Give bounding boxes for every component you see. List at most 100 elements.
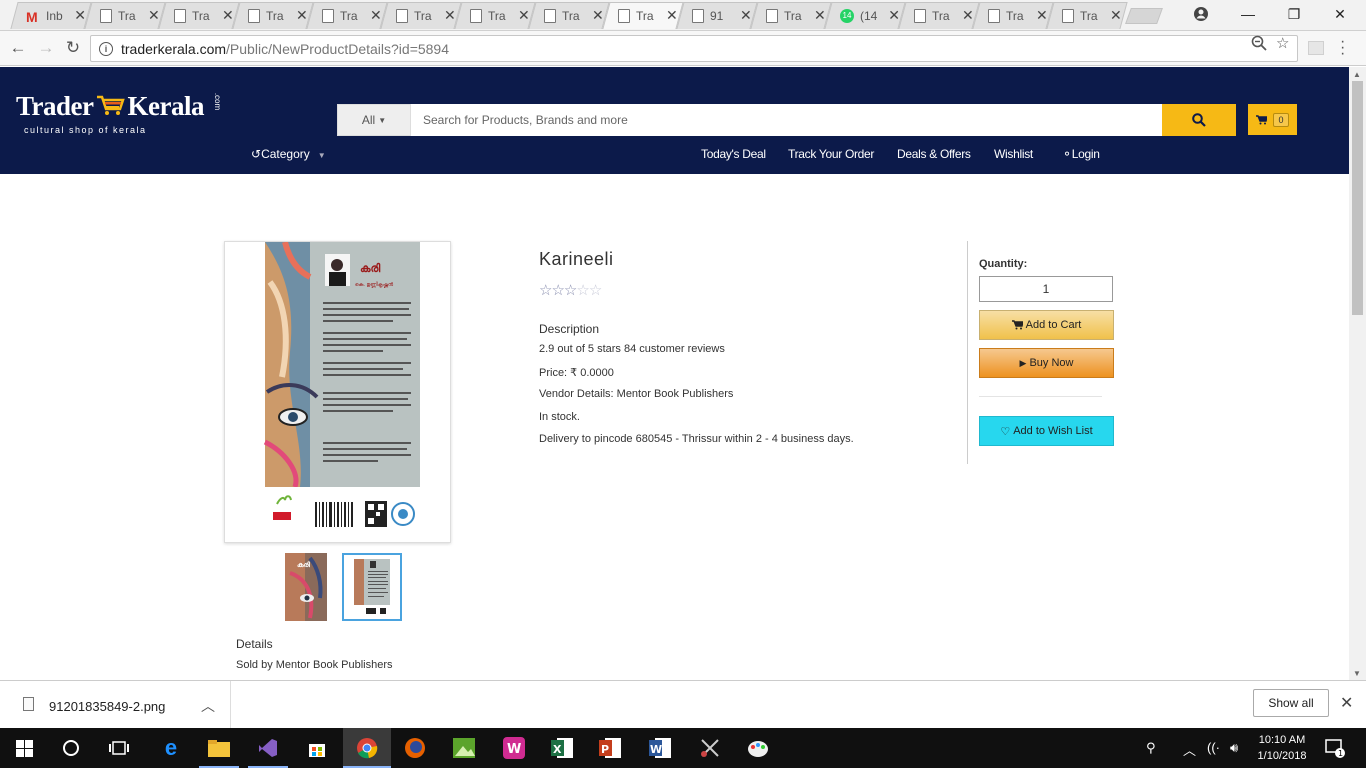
product-thumbnail-front[interactable]: കരി — [285, 553, 327, 621]
browser-tab-content[interactable]: Tra ✕ — [310, 2, 382, 29]
zoom-icon[interactable] — [1251, 35, 1267, 55]
tab-close-icon[interactable]: ✕ — [888, 7, 900, 24]
address-bar[interactable]: i traderkerala.com/Public/NewProductDeta… — [90, 35, 1298, 62]
search-input[interactable] — [411, 104, 1162, 136]
tab-close-icon[interactable]: ✕ — [1036, 7, 1048, 24]
chevron-up-icon[interactable]: ︿ — [1183, 740, 1196, 759]
profile-icon[interactable] — [1178, 0, 1224, 28]
browser-menu-icon[interactable]: · · · — [1340, 34, 1345, 62]
browser-tab-content[interactable]: Tra ✕ — [384, 2, 456, 29]
browser-tab-content[interactable]: Tra ✕ — [458, 2, 530, 29]
restore-icon[interactable]: ❐ — [1271, 0, 1317, 28]
edge-icon[interactable]: e — [159, 735, 183, 760]
cart-button[interactable]: 0 — [1248, 104, 1297, 135]
add-to-cart-button[interactable]: Add to Cart — [979, 310, 1114, 340]
star-icon[interactable]: ☆ — [576, 282, 589, 299]
browser-tab-content[interactable]: Tra ✕ — [532, 2, 604, 29]
browser-tab-content[interactable]: Tra ✕ — [902, 2, 974, 29]
wifi-icon[interactable]: ((· — [1207, 740, 1220, 755]
nav-wishlist[interactable]: Wishlist — [994, 147, 1033, 161]
delivery-info: Delivery to pincode 680545 - Thrissur wi… — [539, 433, 854, 445]
tab-close-icon[interactable]: ✕ — [74, 7, 86, 24]
tab-close-icon[interactable]: ✕ — [962, 7, 974, 24]
snipping-tool-icon[interactable] — [698, 736, 722, 760]
tab-close-icon[interactable]: ✕ — [148, 7, 160, 24]
star-icon[interactable]: ☆ — [564, 282, 577, 299]
firefox-icon[interactable] — [403, 736, 427, 760]
product-thumbnail-back[interactable] — [342, 553, 402, 621]
photo-app-icon[interactable] — [452, 736, 476, 760]
powerpoint-icon[interactable]: P — [598, 736, 622, 760]
people-icon[interactable]: ⚲ — [1146, 740, 1156, 756]
browser-tab-content[interactable]: Tra ✕ — [1050, 2, 1122, 29]
star-icon[interactable]: ☆ — [539, 282, 552, 299]
tab-close-icon[interactable]: ✕ — [370, 7, 382, 24]
minimize-icon[interactable]: — — [1225, 0, 1271, 28]
site-logo[interactable]: Trader Kerala .com cultural shop of keral… — [16, 91, 222, 141]
forward-arrow-icon[interactable]: → — [35, 37, 57, 59]
browser-tab-content[interactable]: Tra ✕ — [754, 2, 826, 29]
browser-tab-content[interactable]: M Inb ✕ — [14, 2, 86, 29]
nav-login[interactable]: ⚬Login — [1062, 147, 1100, 161]
chrome-icon[interactable] — [355, 736, 379, 760]
browser-tab-content[interactable]: Tra ✕ — [88, 2, 160, 29]
close-window-icon[interactable]: ✕ — [1317, 0, 1363, 28]
tab-close-icon[interactable]: ✕ — [444, 7, 456, 24]
tab-close-icon[interactable]: ✕ — [222, 7, 234, 24]
tab-close-icon[interactable]: ✕ — [814, 7, 826, 24]
tab-close-icon[interactable]: ✕ — [296, 7, 308, 24]
wamp-icon[interactable]: W — [502, 736, 526, 760]
new-tab-button[interactable] — [1125, 8, 1163, 24]
bookmark-star-icon[interactable]: ☆ — [1276, 34, 1289, 52]
browser-tab-content[interactable]: Tra ✕ — [236, 2, 308, 29]
download-item[interactable]: 91201835849-2.png ︿ — [0, 681, 231, 729]
extension-icon[interactable] — [1308, 41, 1324, 55]
paint-icon[interactable] — [746, 736, 770, 760]
system-clock[interactable]: 10:10 AM 1/10/2018 — [1252, 732, 1312, 764]
scrollbar-thumb[interactable] — [1352, 81, 1363, 315]
browser-tab-content[interactable]: Tra ✕ — [976, 2, 1048, 29]
browser-tab-content[interactable]: 91 ✕ — [680, 2, 752, 29]
nav-track-order[interactable]: Track Your Order — [788, 147, 874, 161]
product-main-image[interactable]: കരി കെ. ഉണ്ണികൃഷ്ണൻ — [224, 241, 451, 543]
info-icon[interactable]: i — [99, 41, 113, 56]
show-all-button[interactable]: Show all — [1253, 689, 1329, 717]
tab-close-icon[interactable]: ✕ — [1110, 7, 1122, 24]
scroll-up-icon[interactable]: ▲ — [1353, 70, 1361, 79]
nav-deals-offers[interactable]: Deals & Offers — [897, 147, 971, 161]
chevron-up-icon[interactable]: ︿ — [201, 696, 215, 716]
notification-center-icon[interactable]: 1 — [1325, 738, 1345, 761]
search-button[interactable] — [1162, 104, 1236, 136]
add-to-cart-label: Add to Cart — [1025, 319, 1082, 331]
buy-now-button[interactable]: ▶ Buy Now — [979, 348, 1114, 378]
tab-close-icon[interactable]: ✕ — [666, 7, 678, 24]
excel-icon[interactable]: X — [550, 736, 574, 760]
category-menu[interactable]: ↺Category ▼ — [251, 147, 326, 161]
browser-tab-content[interactable]: Tra ✕ — [162, 2, 234, 29]
scroll-down-icon[interactable]: ▼ — [1353, 669, 1361, 678]
file-explorer-icon[interactable] — [207, 736, 231, 760]
windows-start-icon[interactable] — [12, 736, 36, 760]
tab-close-icon[interactable]: ✕ — [740, 7, 752, 24]
volume-icon[interactable]: 🔊︎ — [1230, 740, 1238, 756]
back-arrow-icon[interactable]: ← — [7, 37, 29, 59]
store-icon[interactable] — [305, 736, 329, 760]
close-download-bar-icon[interactable]: ✕ — [1340, 693, 1353, 713]
reload-icon[interactable]: ↻ — [62, 37, 84, 59]
browser-tab-content[interactable]: 14 (14 ✕ — [828, 2, 900, 29]
page-scrollbar[interactable]: ▲ ▼ — [1349, 67, 1366, 680]
nav-todays-deal[interactable]: Today's Deal — [701, 147, 766, 161]
visual-studio-icon[interactable] — [256, 736, 280, 760]
tab-close-icon[interactable]: ✕ — [592, 7, 604, 24]
star-icon[interactable]: ☆ — [551, 282, 564, 299]
quantity-input[interactable] — [979, 276, 1113, 302]
cortana-icon[interactable] — [59, 736, 83, 760]
task-view-icon[interactable] — [107, 736, 131, 760]
add-to-wishlist-button[interactable]: ♡ Add to Wish List — [979, 416, 1114, 446]
browser-tab-content[interactable]: Tra ✕ — [606, 2, 678, 29]
search-category-dropdown[interactable]: All ▼ — [337, 104, 411, 136]
rating-text: 2.9 out of 5 stars 84 customer reviews — [539, 343, 725, 355]
tab-close-icon[interactable]: ✕ — [518, 7, 530, 24]
star-icon[interactable]: ☆ — [589, 282, 602, 299]
word-icon[interactable]: W — [648, 736, 672, 760]
